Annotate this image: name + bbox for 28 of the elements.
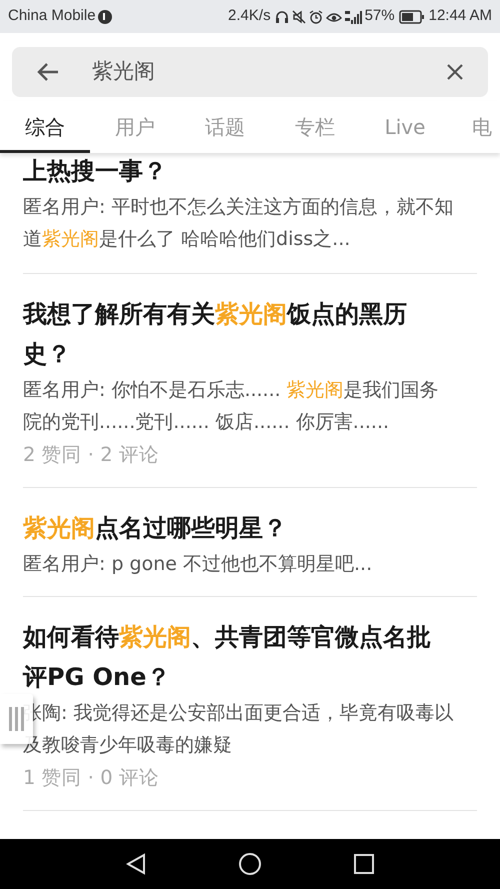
- vote-comment-count: 1 赞同 · 0 评论: [23, 765, 160, 791]
- clock-time: 12:44 AM: [428, 6, 492, 26]
- network-speed: 2.4K/s: [228, 6, 271, 26]
- answer-excerpt: 匿名用户: p gone 不过他也不算明星吧...: [23, 552, 374, 577]
- search-query: 紫光阁: [92, 58, 156, 86]
- battery-percent: 57%: [364, 6, 395, 26]
- vote-comment-count: 2 赞同 · 2 评论: [23, 442, 160, 468]
- answer-excerpt: 匿名用户: 你怕不是石乐志...... 紫光阁是我们国务院的党刊......党刊...... 饭店...... 你厉害......: [23, 378, 440, 435]
- alarm-icon: [308, 10, 323, 24]
- back-icon[interactable]: [36, 62, 60, 82]
- close-icon[interactable]: [446, 63, 464, 81]
- recents-square-icon[interactable]: [354, 854, 374, 874]
- carrier-name: China Mobile: [8, 6, 96, 26]
- result-title[interactable]: 我想了解所有有关紫光阁饭点的黑历史？: [23, 294, 441, 374]
- signal-icon: [344, 10, 363, 24]
- answer-excerpt: 张陶: 我觉得还是公安部出面更合适，毕竟有吸毒以及教唆青少年吸毒的嫌疑: [23, 701, 454, 758]
- battery-icon: [398, 10, 425, 24]
- sim-icon: [98, 10, 112, 24]
- search-field[interactable]: 紫光阁: [12, 47, 488, 97]
- result-title[interactable]: 紫光阁点名过哪些明星？: [23, 508, 441, 548]
- tab[interactable]: 综合: [0, 101, 90, 153]
- mute-icon: [292, 10, 306, 24]
- back-triangle-icon[interactable]: [126, 853, 146, 875]
- result-title[interactable]: 上热搜一事？: [23, 153, 441, 191]
- answer-excerpt: 匿名用户: 平时也不怎么关注这方面的信息，就不知道紫光阁是什么了 哈哈哈他们diss之...: [23, 195, 454, 252]
- headphones-icon: [274, 10, 289, 24]
- result-title[interactable]: 如何看待紫光阁、共青团等官微点名批评PG One？: [23, 617, 441, 697]
- home-circle-icon[interactable]: [238, 852, 262, 876]
